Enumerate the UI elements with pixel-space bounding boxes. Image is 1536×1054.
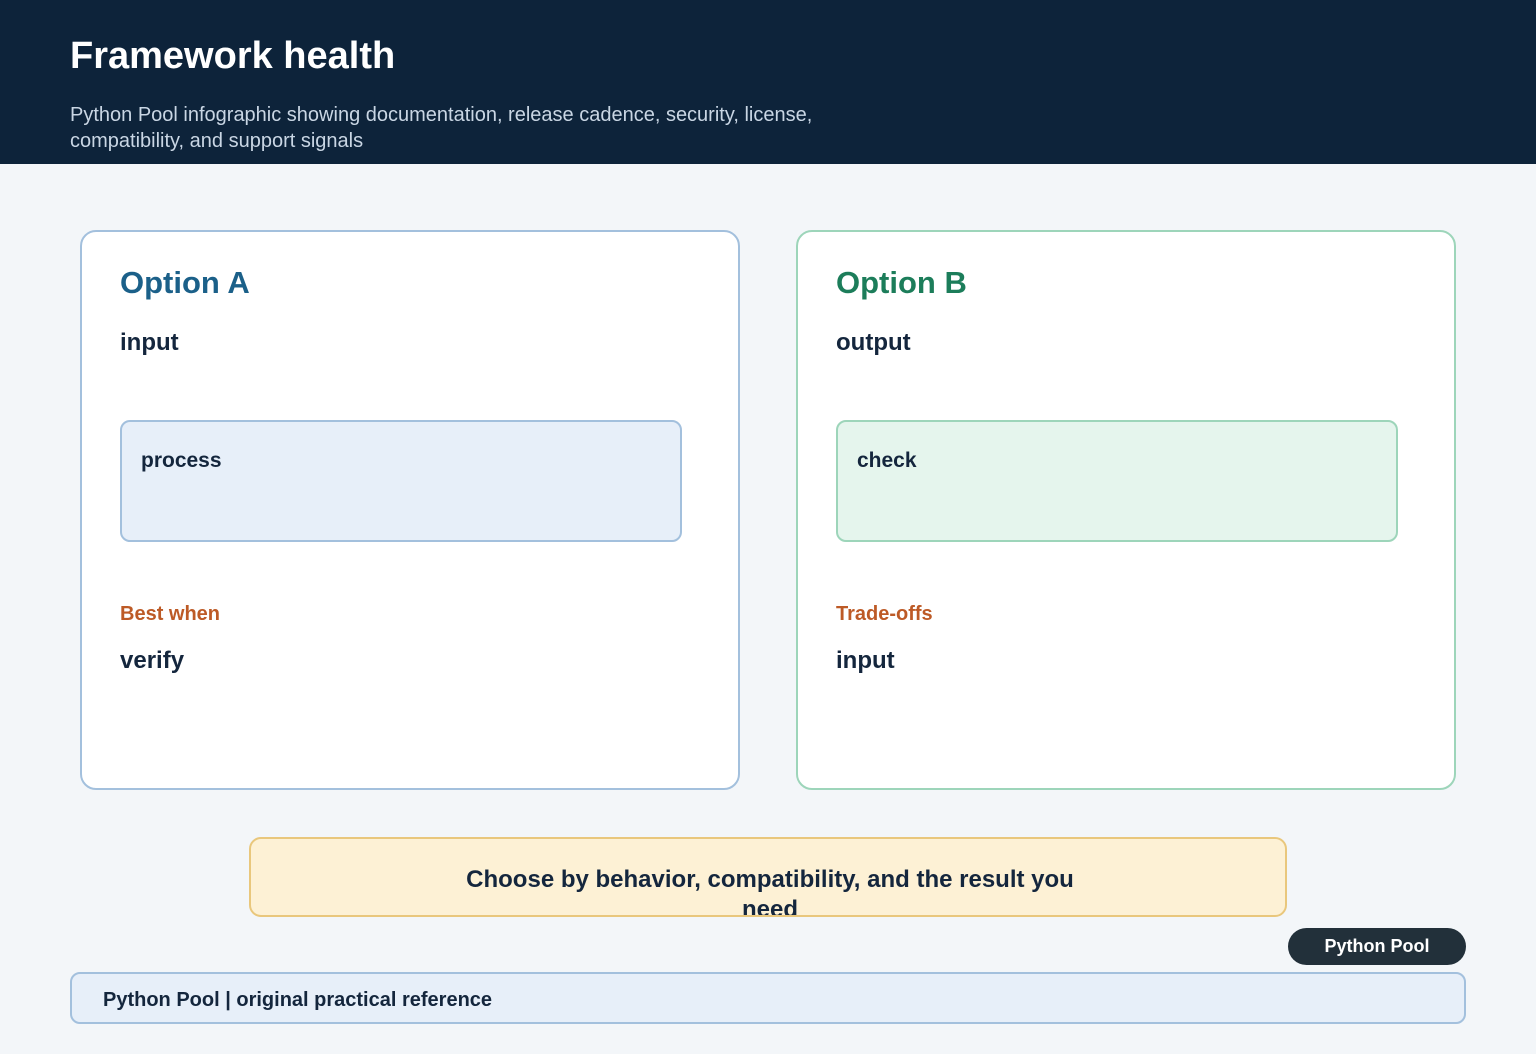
option-a-process-box: process: [120, 420, 682, 542]
page-subtitle: Python Pool infographic showing document…: [70, 104, 813, 152]
option-b-section-value: input: [836, 647, 895, 674]
header-banner: Framework health Python Pool infographic…: [0, 0, 1536, 164]
option-b-title: Option B: [836, 265, 967, 300]
footer-text: Python Pool | original practical referen…: [103, 989, 493, 1011]
option-a-box-label: process: [141, 449, 222, 472]
option-a-section-label: Best when: [120, 603, 221, 625]
option-b-item: output: [836, 329, 911, 356]
page-title: Framework health: [70, 35, 396, 77]
option-a-section-value: verify: [120, 647, 185, 674]
option-a-card: Option A input process Best when verify: [80, 230, 740, 790]
option-b-check-box: check: [836, 420, 1398, 542]
option-a-item: input: [120, 329, 179, 356]
option-b-card: Option B output check Trade-offs input: [796, 230, 1456, 790]
callout-text: Choose by behavior, compatibility, and t…: [466, 866, 1074, 917]
option-a-title: Option A: [120, 265, 250, 300]
option-b-section-label: Trade-offs: [836, 603, 933, 625]
footer-bar: Python Pool | original practical referen…: [70, 972, 1466, 1024]
decision-callout: Choose by behavior, compatibility, and t…: [249, 837, 1287, 917]
option-b-box-label: check: [857, 449, 917, 472]
brand-badge: Python Pool: [1288, 928, 1466, 965]
